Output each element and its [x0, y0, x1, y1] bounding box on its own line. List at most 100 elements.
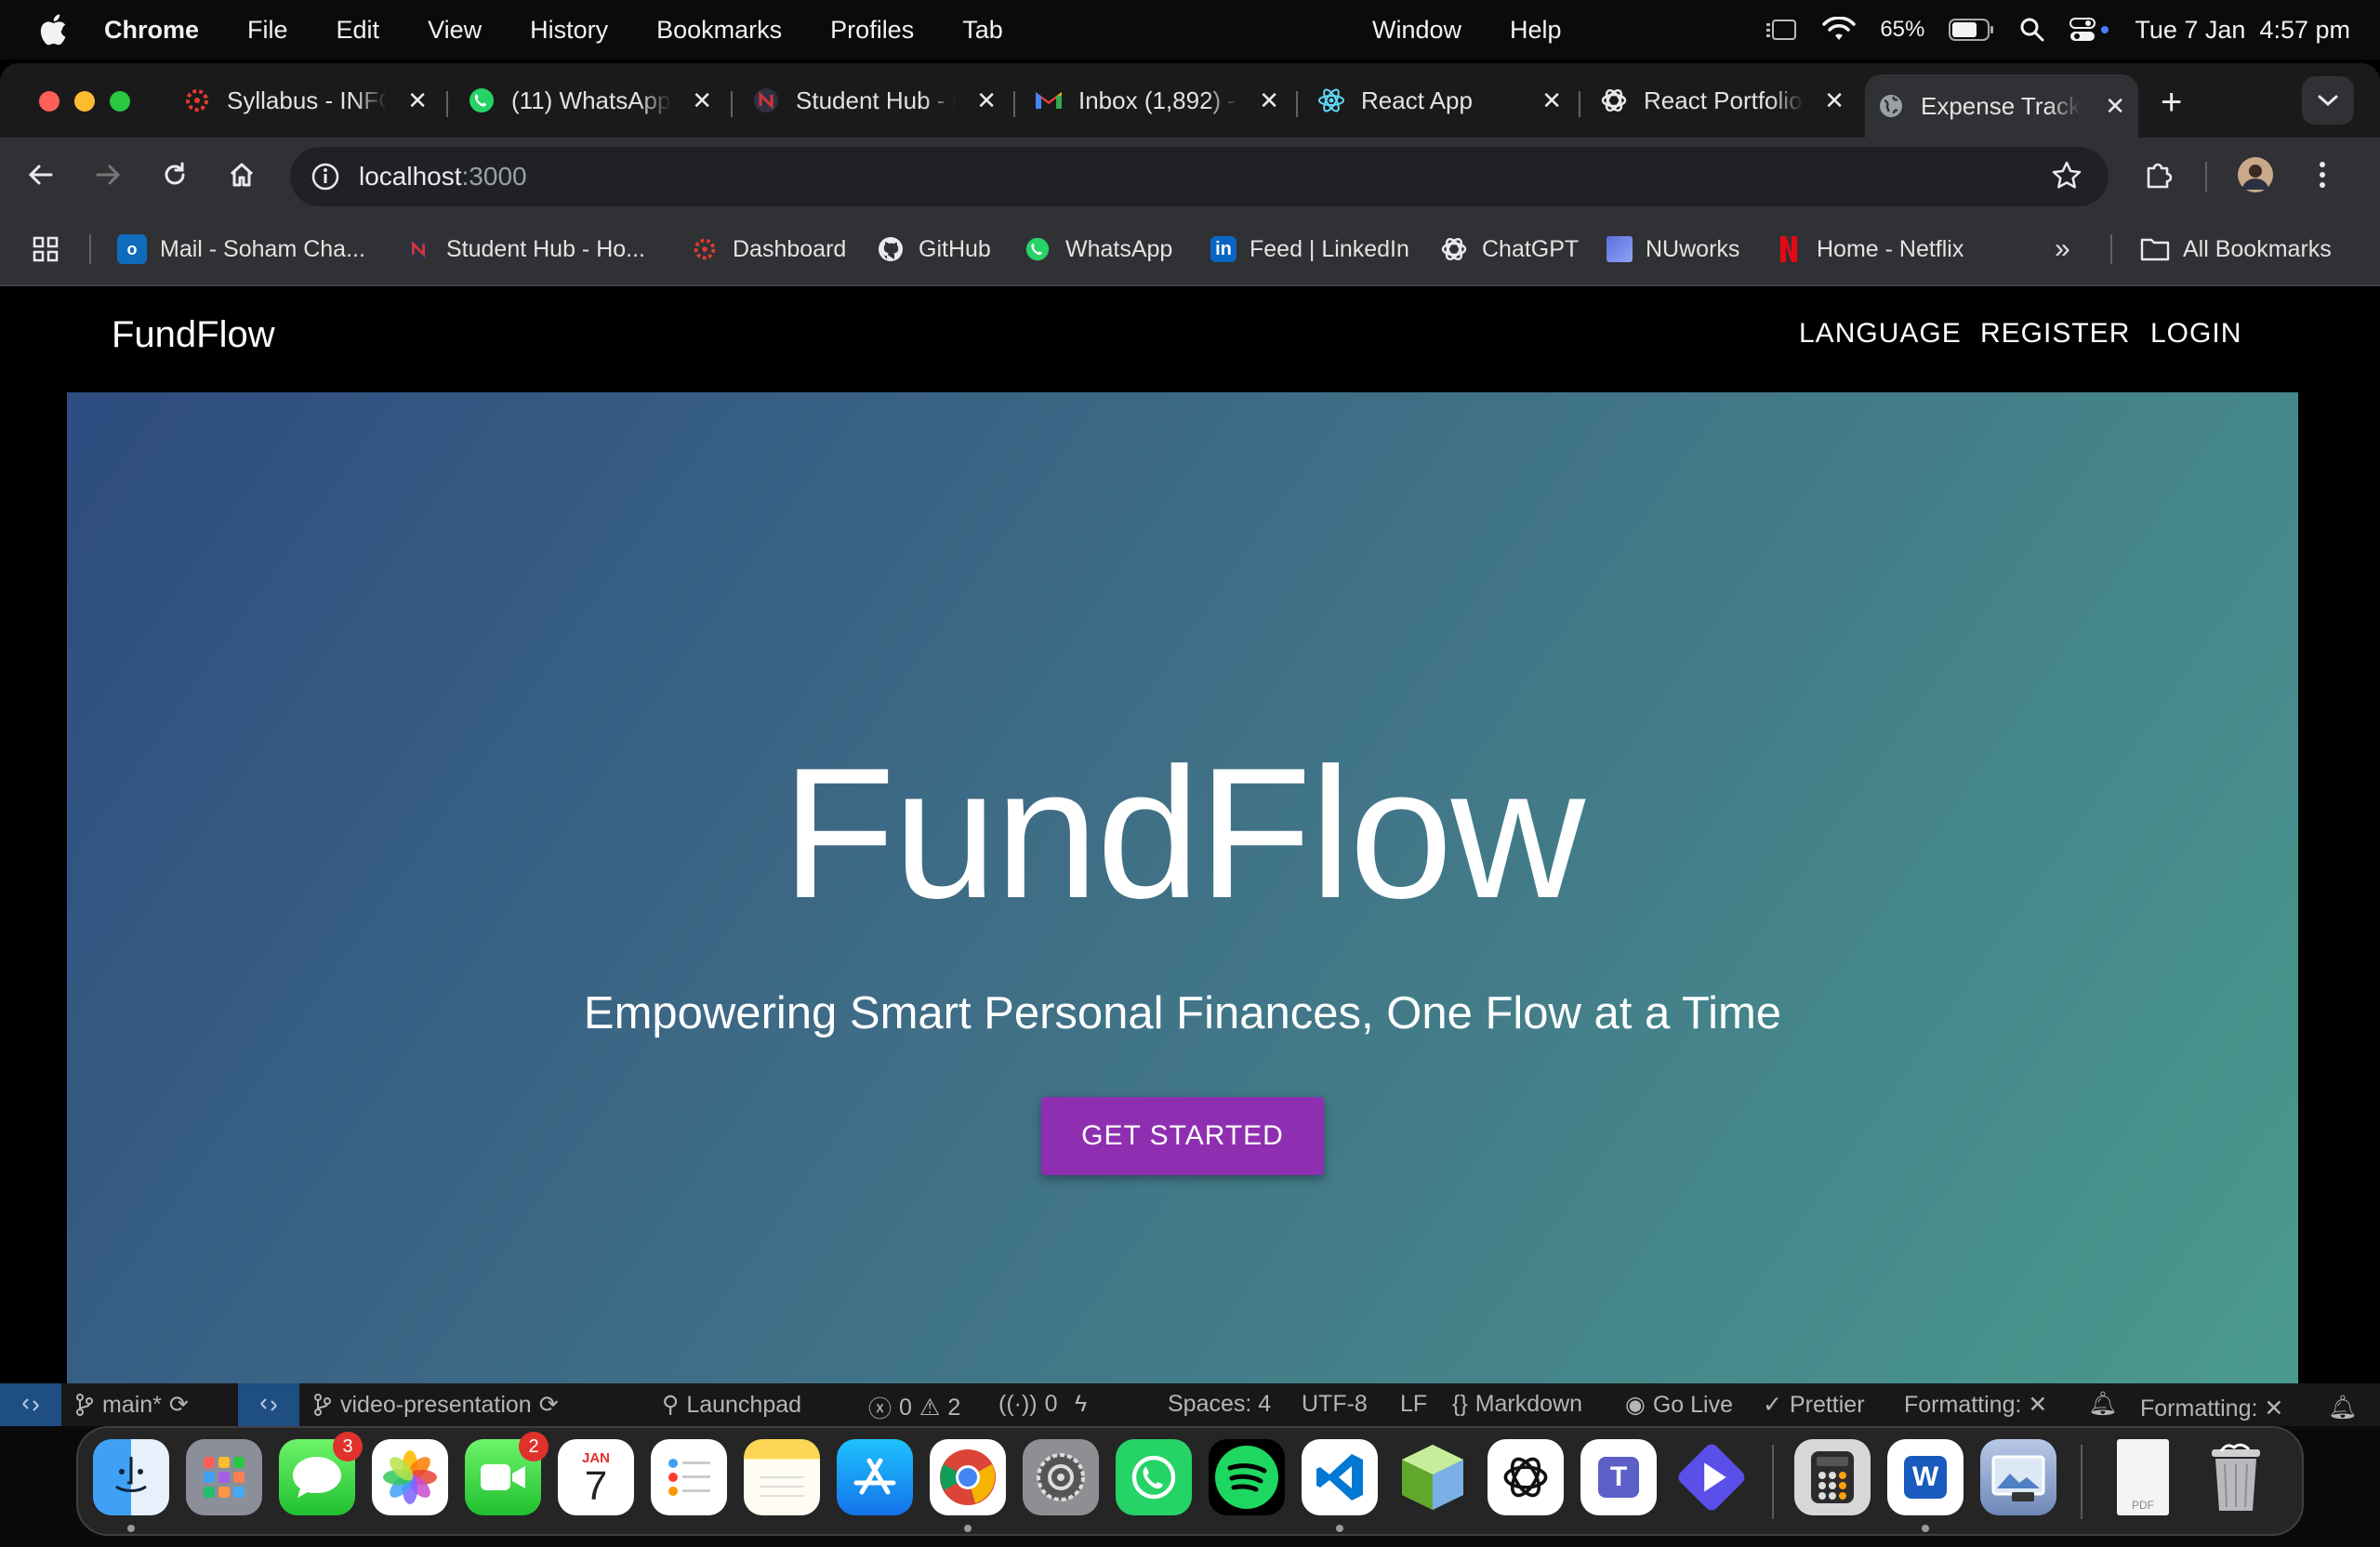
- tab-close-icon[interactable]: ✕: [407, 86, 428, 115]
- wifi-icon[interactable]: [1822, 17, 1857, 43]
- chrome-icon[interactable]: [930, 1439, 1006, 1515]
- back-button[interactable]: [20, 154, 61, 195]
- window-close-button[interactable]: [39, 91, 60, 112]
- encoding-status[interactable]: UTF-8: [1302, 1391, 1368, 1418]
- tab-close-icon[interactable]: ✕: [2105, 92, 2125, 121]
- chatgpt-icon[interactable]: [1488, 1439, 1564, 1515]
- control-center-icon[interactable]: [2069, 17, 2110, 43]
- menu-view[interactable]: View: [428, 16, 482, 45]
- teams-icon[interactable]: T: [1580, 1439, 1657, 1515]
- menu-profiles[interactable]: Profiles: [830, 16, 914, 45]
- remote-indicator[interactable]: [0, 1383, 61, 1426]
- menu-tab[interactable]: Tab: [962, 16, 1003, 45]
- trash-icon[interactable]: [2198, 1439, 2274, 1515]
- facetime-icon[interactable]: 2: [465, 1432, 549, 1515]
- app-store-icon[interactable]: [837, 1439, 913, 1515]
- bookmark-whatsapp[interactable]: WhatsApp: [1023, 231, 1172, 268]
- tab-close-icon[interactable]: ✕: [1259, 86, 1279, 115]
- bookmark-nuworks[interactable]: NUworks: [1606, 231, 1739, 268]
- remote-indicator-2[interactable]: [238, 1383, 299, 1426]
- bookmark-dashboard[interactable]: Dashboard: [690, 231, 846, 268]
- page-scrollbar[interactable]: [2365, 392, 2380, 1383]
- window-zoom-button[interactable]: [110, 91, 130, 112]
- tab-syllabus[interactable]: Syllabus - INFO ✕: [171, 74, 441, 126]
- messages-icon[interactable]: 3: [279, 1432, 363, 1515]
- ports-status[interactable]: ((·)) 0: [998, 1391, 1058, 1418]
- photos-icon[interactable]: [372, 1439, 448, 1515]
- extensions-button[interactable]: [2138, 154, 2179, 195]
- tab-close-icon[interactable]: ✕: [976, 86, 997, 115]
- bookmark-netflix[interactable]: Home - Netflix: [1774, 231, 1964, 268]
- chrome-menu-button[interactable]: [2302, 154, 2343, 195]
- tab-react-portfolio[interactable]: React Portfolio ✕: [1588, 74, 1858, 126]
- go-live-status[interactable]: ◉ Go Live: [1625, 1391, 1733, 1419]
- finder-icon[interactable]: [93, 1439, 169, 1515]
- new-tab-button[interactable]: +: [2161, 84, 2182, 121]
- language-status[interactable]: {} Markdown: [1452, 1391, 1582, 1418]
- menu-help[interactable]: Help: [1510, 16, 1562, 45]
- menu-edit[interactable]: Edit: [337, 16, 380, 45]
- address-bar[interactable]: localhost:3000: [290, 147, 2109, 206]
- calculator-icon[interactable]: [1794, 1439, 1871, 1515]
- whatsapp-icon[interactable]: [1116, 1439, 1192, 1515]
- get-started-button[interactable]: GET STARTED: [1041, 1097, 1324, 1175]
- tab-whatsapp[interactable]: (11) WhatsApp ✕: [456, 74, 725, 126]
- play-app-icon[interactable]: [1673, 1439, 1750, 1515]
- profile-avatar[interactable]: [2235, 154, 2276, 195]
- reload-button[interactable]: [154, 154, 195, 195]
- bookmark-linkedin[interactable]: in Feed | LinkedIn: [1210, 231, 1409, 268]
- all-bookmarks-button[interactable]: All Bookmarks: [2140, 231, 2332, 268]
- reminders-icon[interactable]: [651, 1439, 727, 1515]
- bookmark-github[interactable]: GitHub: [876, 231, 991, 268]
- menu-app-name[interactable]: Chrome: [104, 16, 199, 45]
- spotify-icon[interactable]: [1209, 1439, 1285, 1515]
- brand-logo[interactable]: FundFlow: [112, 314, 275, 356]
- prettier-status[interactable]: ✓ Prettier: [1763, 1391, 1865, 1419]
- system-settings-icon[interactable]: [1023, 1439, 1099, 1515]
- menu-file[interactable]: File: [247, 16, 288, 45]
- word-icon[interactable]: W: [1887, 1439, 1964, 1515]
- launchpad-icon[interactable]: [186, 1439, 262, 1515]
- lightning-status[interactable]: ϟ: [1075, 1391, 1087, 1418]
- tab-react-app[interactable]: React App ✕: [1305, 74, 1575, 126]
- clock-datetime[interactable]: Tue 7 Jan 4:57 pm: [2135, 16, 2350, 45]
- git-branch-status-2[interactable]: video-presentation ⟳: [312, 1391, 559, 1419]
- window-minimize-button[interactable]: [74, 91, 95, 112]
- indentation-status[interactable]: Spaces: 4: [1168, 1391, 1271, 1418]
- tab-gmail[interactable]: Inbox (1,892) - ✕: [1023, 74, 1292, 126]
- notifications-bell-icon[interactable]: 🔔︎: [2088, 1391, 2118, 1418]
- preview-icon[interactable]: [1980, 1439, 2056, 1515]
- more-bookmarks-button[interactable]: »: [2055, 231, 2070, 268]
- tab-close-icon[interactable]: ✕: [1541, 86, 1562, 115]
- menu-bookmarks[interactable]: Bookmarks: [656, 16, 782, 45]
- nav-language[interactable]: LANGUAGE: [1799, 318, 1962, 350]
- tab-close-icon[interactable]: ✕: [1824, 86, 1844, 115]
- git-branch-status[interactable]: main* ⟳: [74, 1391, 189, 1419]
- menu-history[interactable]: History: [530, 16, 608, 45]
- problems-status[interactable]: ⓧ 0 ⚠ 2: [868, 1391, 960, 1424]
- tab-close-icon[interactable]: ✕: [692, 86, 712, 115]
- sync-icon[interactable]: ⟳: [169, 1391, 189, 1419]
- bookmark-mail[interactable]: o Mail - Soham Cha...: [117, 231, 365, 268]
- vscode-icon[interactable]: [1302, 1439, 1378, 1515]
- site-info-icon[interactable]: [309, 160, 342, 193]
- tab-expense-tracker[interactable]: Expense Tracker ✕: [1865, 74, 2138, 138]
- tab-search-button[interactable]: [2302, 76, 2354, 125]
- cube-app-icon[interactable]: [1395, 1439, 1471, 1515]
- calendar-icon[interactable]: JAN 7: [558, 1439, 634, 1515]
- bookmark-student-hub[interactable]: Student Hub - Ho...: [403, 231, 645, 268]
- bookmark-chatgpt[interactable]: ChatGPT: [1439, 231, 1579, 268]
- spotlight-search-icon[interactable]: [2019, 17, 2045, 43]
- tab-student-hub[interactable]: Student Hub - N ✕: [740, 74, 1010, 126]
- launchpad-status[interactable]: ⚲ Launchpad: [662, 1391, 801, 1419]
- formatting-status-2[interactable]: Formatting: ✕: [2140, 1395, 2283, 1422]
- sync-icon[interactable]: ⟳: [539, 1391, 559, 1419]
- menu-window[interactable]: Window: [1372, 16, 1461, 45]
- notes-icon[interactable]: [744, 1439, 820, 1515]
- apple-menu-icon[interactable]: [39, 14, 73, 46]
- apps-button[interactable]: [32, 231, 60, 268]
- nav-register[interactable]: REGISTER: [1980, 318, 2130, 350]
- battery-icon[interactable]: [1949, 18, 1995, 42]
- formatting-status[interactable]: Formatting: ✕: [1904, 1391, 2047, 1419]
- notifications-bell-icon[interactable]: 🔔︎: [2328, 1395, 2358, 1421]
